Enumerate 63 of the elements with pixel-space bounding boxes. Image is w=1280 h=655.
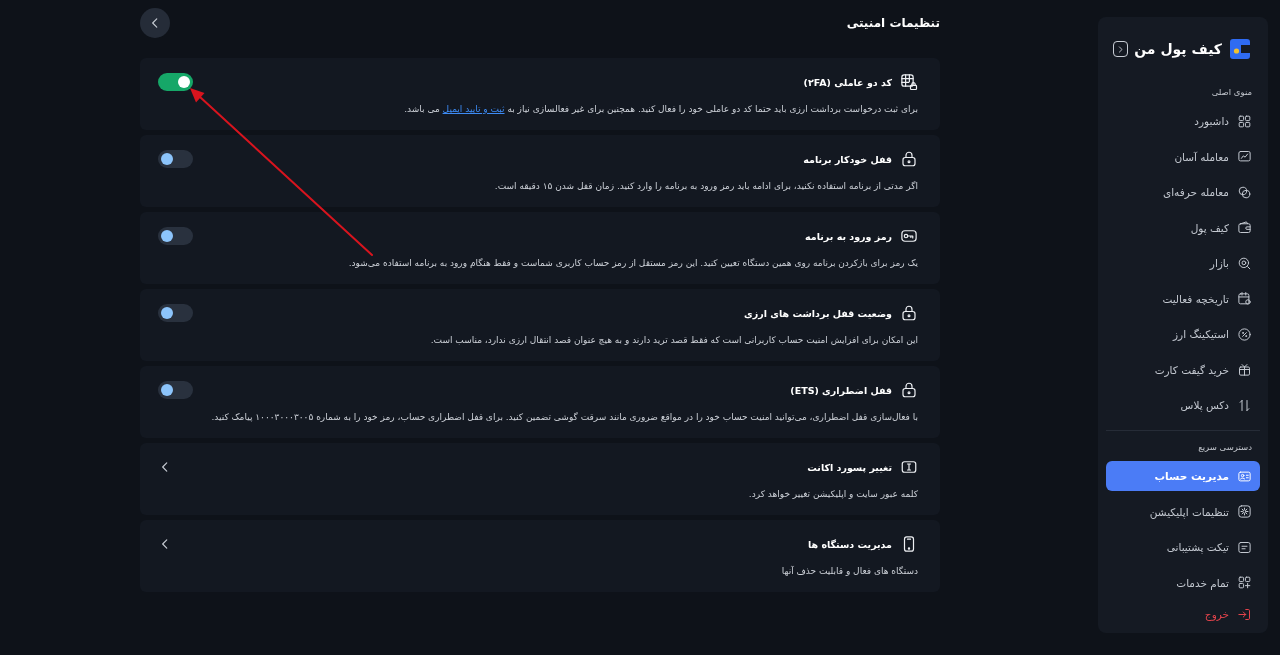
page-title: تنظیمات امنیتی [846, 16, 940, 30]
card-description: یک رمز برای بازکردن برنامه روی همین دستگاه تعیین کنید. این رمز مستقل از رمز حساب کاربری شماست و فقط هنگام ورود به برنامه استفاده می‌شود. [347, 257, 918, 270]
logo-icon [1228, 37, 1252, 61]
swap-arrows-icon [1237, 397, 1252, 413]
card-description: اگر مدتی از برنامه استفاده نکنید، برای ادامه باید رمز ورود به برنامه را وارد کنید. زمان قفل شدن ۱۵ دقیقه است. [493, 180, 918, 193]
padlock-icon [900, 304, 918, 322]
nav-item[interactable]: استیکینگ ارز [1106, 319, 1260, 349]
nav-item[interactable]: بازار [1106, 248, 1260, 278]
card-title: کد دو عاملی (۲FA) [803, 76, 892, 88]
logout-icon [1237, 606, 1252, 622]
nav-item[interactable]: معامله حرفه‌ای [1106, 177, 1260, 207]
email-link[interactable]: ثبت و تایید ایمیل [442, 104, 505, 114]
setting-card[interactable]: مدیریت دستگاه ها دستگاه های فعال و قابلیت حذف آنها [140, 520, 940, 592]
nav-item[interactable]: خرید گیفت کارت [1106, 354, 1260, 385]
card-description: برای ثبت درخواست برداشت ارزی باید حتما کد دو عاملی خود را فعال کنید. همچنین برای غیر فعالسازی نیاز به ثبت و تایید ایمیل می باشد. [403, 103, 918, 116]
card-description: این امکان برای افزایش امنیت حساب کاربرانی است که فقط قصد ترید دارند و به هیچ عنوان قصد انتقال ارزی ندارد، مناسب است. [429, 334, 918, 347]
nav-item[interactable]: داشبورد [1106, 106, 1260, 136]
card-description: کلمه عبور سایت و اپلیکیشن تغییر خواهد کرد. [747, 488, 918, 501]
nav-item[interactable]: دکس پلاس [1106, 390, 1260, 420]
grid-plus-icon [1237, 575, 1252, 590]
grid-lock-icon [900, 73, 918, 91]
coins-icon [1237, 184, 1252, 200]
toggle-switch[interactable] [158, 381, 193, 399]
settings-icon [1237, 504, 1252, 519]
nav-item[interactable]: تیکت پشتیبانی [1106, 532, 1260, 562]
toggle-switch[interactable] [158, 227, 193, 245]
section-label: دسترسی سریع [1197, 442, 1253, 453]
ticket-icon [1237, 539, 1252, 555]
card-description: با فعال‌سازی قفل اضطراری، می‌توانید امنیت حساب خود را در مواقع ضروری مانند سرقت گوشی تضمین کنید. برای قفل اضطراری حساب، رمز خود را به شماره ۱۰۰۰۳۰۰۰۳۰۰۵ پیامک کنید. [210, 411, 918, 424]
id-card-icon [1237, 468, 1252, 484]
padlock-icon [900, 150, 918, 168]
percent-icon [1237, 326, 1252, 342]
nav-item[interactable]: تنظیمات اپلیکیشن [1106, 496, 1260, 527]
card-title: مدیریت دستگاه ها [807, 538, 892, 550]
nav-item[interactable]: معامله آسان [1106, 141, 1260, 172]
chevron-right-icon [1116, 44, 1126, 54]
card-title: قفل اضطراری (ETS) [790, 384, 892, 396]
nav-item[interactable]: مدیریت حساب [1106, 461, 1260, 491]
setting-card[interactable]: تغییر پسورد اکانت کلمه عبور سایت و اپلیکیشن تغییر خواهد کرد. [140, 443, 940, 515]
gift-icon [1237, 362, 1252, 377]
toggle-switch[interactable] [158, 150, 193, 168]
grid-icon [1237, 113, 1252, 129]
logo-text: کیف پول من [1134, 41, 1222, 57]
card-title: قفل خودکار برنامه [803, 153, 892, 165]
calendar-icon [1237, 291, 1252, 306]
toggle-switch[interactable] [158, 304, 193, 322]
logout-link[interactable]: خروج [1106, 603, 1260, 625]
section-label: منوی اصلی [1210, 87, 1253, 98]
nav-item[interactable]: تمام خدمات [1106, 567, 1260, 598]
nav-item[interactable]: تاریخچه فعالیت [1106, 283, 1260, 314]
toggle-switch[interactable] [158, 73, 193, 91]
nav-item[interactable]: کیف پول [1106, 212, 1260, 243]
key-icon [900, 227, 918, 245]
card-description: دستگاه های فعال و قابلیت حذف آنها [780, 565, 918, 578]
magnifier-icon [1237, 255, 1252, 271]
padlock-icon [900, 381, 918, 399]
collapse-button[interactable] [1113, 41, 1129, 57]
card-title: تغییر پسورد اکانت [807, 461, 892, 473]
chart-screen-icon [1237, 149, 1252, 164]
card-title: وضعیت قفل برداشت های ارزی [744, 307, 892, 319]
password-field-icon [900, 458, 918, 476]
card-title: رمز ورود به برنامه [805, 230, 892, 242]
wallet-icon [1237, 220, 1252, 235]
